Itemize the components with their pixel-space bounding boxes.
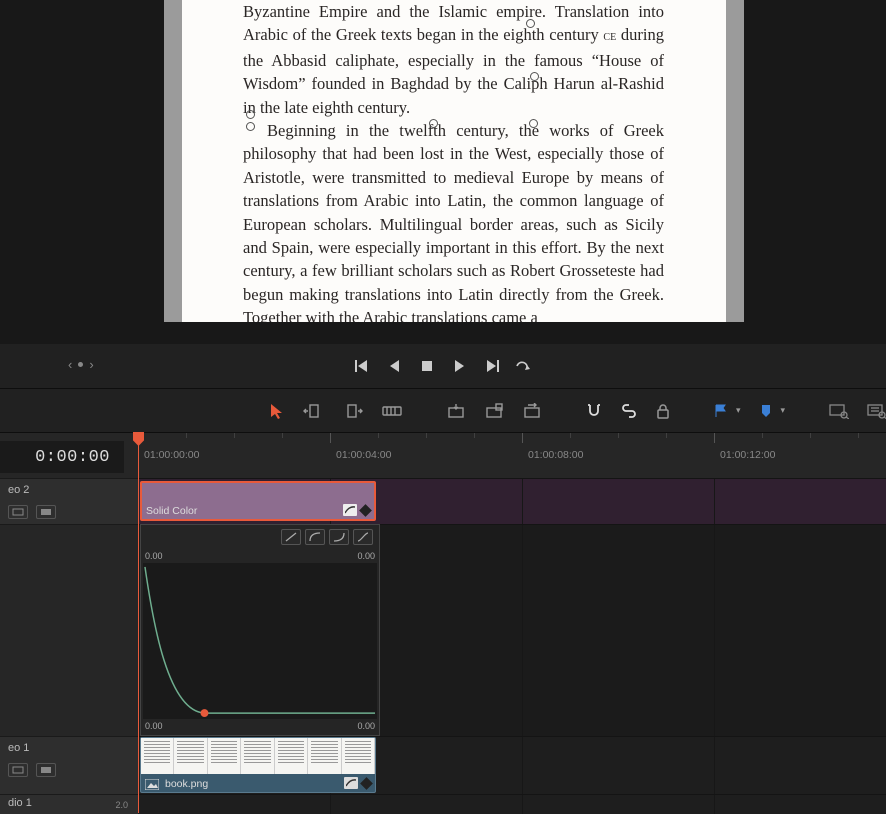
playhead[interactable] [138, 432, 139, 813]
curve-header-spacer [0, 524, 138, 736]
keyframe-marker-icon[interactable] [529, 119, 538, 128]
current-timecode[interactable]: 0:00:00 [0, 441, 124, 473]
curve-value: 0.00 [145, 551, 163, 561]
zoom-fit-icon[interactable] [829, 400, 849, 422]
ease-custom-icon[interactable] [353, 529, 373, 545]
clip-label: Solid Color [146, 505, 197, 517]
timeline-ruler[interactable]: 0:00:00 01:00:00:00 01:00:04:00 01:00:08… [0, 432, 886, 478]
ease-out-icon[interactable] [329, 529, 349, 545]
timecode-value: 0:00:00 [35, 448, 110, 467]
page-text: Beginning in the twelfth century, the wo… [243, 121, 664, 322]
auto-select-icon[interactable] [8, 763, 28, 777]
tick-label: 01:00:08:00 [528, 449, 583, 461]
page-text: Byzantine Empire and the Islamic empire.… [243, 2, 664, 44]
play-reverse-button[interactable] [386, 357, 404, 375]
chevron-down-icon[interactable]: ▾ [781, 405, 786, 416]
zoom-detail-icon[interactable] [867, 400, 886, 422]
lock-icon[interactable] [656, 400, 670, 422]
play-button[interactable] [450, 357, 468, 375]
curve-value: 0.00 [357, 551, 375, 561]
flag-marker-icon[interactable] [714, 400, 728, 422]
curve-editor-panel[interactable]: 0.00 0.00 0.00 0.00 [140, 524, 380, 736]
era-ce: ce [603, 29, 616, 44]
jump-start-button[interactable] [354, 357, 372, 375]
insert-clip-icon[interactable] [446, 400, 466, 422]
chevron-right-icon[interactable]: › [89, 358, 93, 371]
page-frame: Byzantine Empire and the Islamic empire.… [164, 0, 744, 322]
ease-in-icon[interactable] [305, 529, 325, 545]
overwrite-clip-icon[interactable] [484, 400, 504, 422]
curve-keyframe-point[interactable] [201, 709, 209, 717]
track-header-audio1[interactable]: dio 1 2.0 [0, 794, 138, 814]
track-volume: 2.0 [115, 800, 128, 810]
trim-start-icon[interactable] [302, 400, 324, 422]
track-name: eo 2 [0, 479, 138, 501]
dot-icon [78, 362, 83, 367]
loop-button[interactable] [514, 357, 532, 375]
track-toggle-icon[interactable] [36, 763, 56, 777]
clip-thumbnails [141, 738, 375, 774]
replace-clip-icon[interactable] [522, 400, 542, 422]
chevron-left-icon[interactable]: ‹ [68, 358, 72, 371]
transport-bar: ‹ › [0, 344, 886, 388]
curve-icon[interactable] [343, 504, 357, 516]
image-icon [145, 779, 159, 790]
track-lane-video1[interactable]: book.png [138, 736, 886, 794]
razor-tool-icon[interactable] [382, 400, 402, 422]
trim-end-icon[interactable] [342, 400, 364, 422]
curve-value: 0.00 [145, 721, 163, 731]
keyframe-marker-icon[interactable] [246, 110, 255, 119]
keyframe-marker-icon[interactable] [526, 19, 535, 28]
auto-select-icon[interactable] [8, 505, 28, 519]
stop-button[interactable] [418, 357, 436, 375]
marker-icon[interactable] [759, 400, 773, 422]
track-header-video2[interactable]: eo 2 [0, 478, 138, 530]
tick-label: 01:00:00:00 [144, 449, 199, 461]
curve-graph[interactable] [143, 563, 377, 719]
jump-end-button[interactable] [482, 357, 500, 375]
chevron-down-icon[interactable]: ▾ [736, 405, 741, 416]
snap-icon[interactable] [586, 400, 602, 422]
keyframe-marker-icon[interactable] [429, 119, 438, 128]
keyframe-diamond-icon[interactable] [360, 777, 373, 790]
viewer-panel: Byzantine Empire and the Islamic empire.… [0, 0, 886, 322]
viewer-nav[interactable]: ‹ › [68, 358, 94, 371]
clip-label: book.png [165, 778, 208, 790]
edit-toolbar: ▾ ▾ [0, 388, 886, 432]
track-name: eo 1 [0, 737, 138, 759]
document-page: Byzantine Empire and the Islamic empire.… [182, 0, 726, 322]
tick-label: 01:00:12:00 [720, 449, 775, 461]
curve-value: 0.00 [357, 721, 375, 731]
keyframe-diamond-icon[interactable] [359, 504, 372, 517]
track-toggle-icon[interactable] [36, 505, 56, 519]
keyframe-marker-icon[interactable] [246, 122, 255, 131]
curve-icon[interactable] [344, 777, 358, 789]
track-lane-audio1[interactable] [138, 794, 886, 814]
clip-book[interactable]: book.png [140, 737, 376, 793]
tick-label: 01:00:04:00 [336, 449, 391, 461]
keyframe-marker-icon[interactable] [530, 72, 539, 81]
link-icon[interactable] [620, 400, 638, 422]
track-lane-video2[interactable]: Solid Color [138, 478, 886, 524]
ease-linear-icon[interactable] [281, 529, 301, 545]
ruler-ticks: 01:00:00:00 01:00:04:00 01:00:08:00 01:0… [138, 433, 886, 479]
clip-solid-color[interactable]: Solid Color [140, 481, 376, 521]
track-header-video1[interactable]: eo 1 [0, 736, 138, 794]
selection-tool-icon[interactable] [270, 400, 284, 422]
